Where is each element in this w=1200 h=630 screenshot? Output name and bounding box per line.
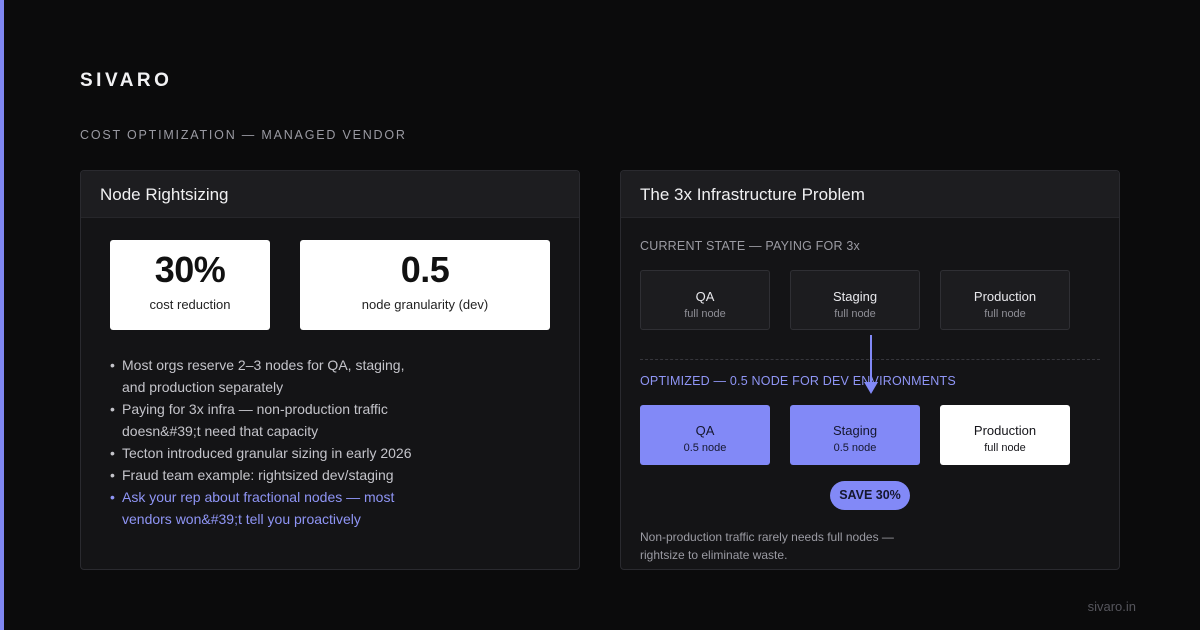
env-name: Production [973,423,1037,438]
optimized-env-staging: Staging 0.5 node [790,405,920,465]
env-size: full node [834,308,876,320]
stat-label: node granularity (dev) [361,297,489,312]
bullet-item: Most orgs reserve 2–3 nodes for QA, stag… [110,354,430,398]
optimized-env-qa: QA 0.5 node [640,405,770,465]
env-size: full node [684,308,726,320]
env-size: 0.5 node [683,442,727,454]
node-rightsizing-card: Node Rightsizing 30% cost reduction 0.5 … [80,170,580,570]
current-env-qa: QA full node [640,270,770,330]
card-title: The 3x Infrastructure Problem [621,171,1119,218]
save-badge: SAVE 30% [830,481,910,510]
footnote: Non-production traffic rarely needs full… [640,530,894,562]
bullet-item: Tecton introduced granular sizing in ear… [110,442,430,464]
env-name: Production [973,289,1037,304]
current-env-production: Production full node [940,270,1070,330]
stat-node-granularity: 0.5 node granularity (dev) [300,240,550,330]
optimized-label: OPTIMIZED — 0.5 NODE FOR DEV ENVIRONMENT… [640,374,956,388]
stat-value: 0.5 [400,249,450,290]
infrastructure-problem-card: The 3x Infrastructure Problem CURRENT ST… [620,170,1120,570]
accent-bar [0,0,4,630]
optimized-env-production: Production full node [940,405,1070,465]
env-name: Staging [832,289,878,304]
card-title: Node Rightsizing [81,171,579,218]
current-env-staging: Staging full node [790,270,920,330]
stat-cost-reduction: 30% cost reduction [110,240,270,330]
env-name: QA [695,289,715,304]
env-name: QA [695,423,715,438]
bullet-item: Fraud team example: rightsized dev/stagi… [110,464,430,486]
site-url: sivaro.in [1087,599,1136,614]
page-subtitle: COST OPTIMIZATION — MANAGED VENDOR [80,128,407,142]
bullet-item: Paying for 3x infra — non-production tra… [110,398,430,442]
stat-value: 30% [154,249,226,290]
env-size: 0.5 node [833,442,877,454]
bullet-list: Most orgs reserve 2–3 nodes for QA, stag… [110,354,430,530]
brand-logo: SIVARO [80,70,173,91]
stat-label: cost reduction [149,297,231,312]
current-state-label: CURRENT STATE — PAYING FOR 3x [640,239,860,253]
bullet-item-highlight: Ask your rep about fractional nodes — mo… [110,486,430,530]
env-name: Staging [832,423,878,438]
down-arrow-icon [864,335,878,394]
env-size: full node [984,308,1026,320]
env-size: full node [984,442,1026,454]
